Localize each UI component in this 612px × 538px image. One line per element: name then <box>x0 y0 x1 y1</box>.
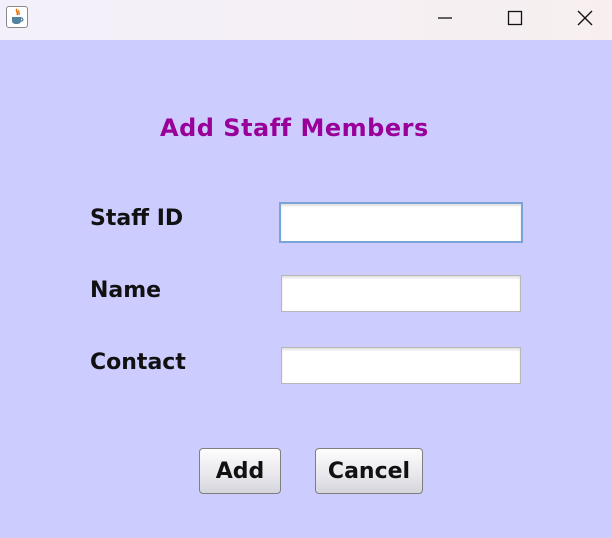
contact-label: Contact <box>90 350 186 375</box>
form-title: Add Staff Members <box>160 114 429 142</box>
close-button[interactable] <box>562 0 608 36</box>
contact-input[interactable] <box>281 347 521 384</box>
form-panel: Add Staff Members Staff ID Name Contact … <box>0 40 612 538</box>
minimize-icon <box>438 17 452 19</box>
close-icon <box>577 10 593 26</box>
add-button[interactable]: Add <box>199 448 281 494</box>
staff-id-input[interactable] <box>279 202 523 243</box>
maximize-button[interactable] <box>492 0 538 36</box>
staff-id-label: Staff ID <box>90 206 184 231</box>
name-input[interactable] <box>281 275 521 312</box>
maximize-icon <box>507 10 523 26</box>
minimize-button[interactable] <box>422 0 468 36</box>
title-bar <box>0 0 612 40</box>
name-label: Name <box>90 278 162 303</box>
java-icon[interactable] <box>6 6 28 28</box>
cancel-button[interactable]: Cancel <box>315 448 423 494</box>
